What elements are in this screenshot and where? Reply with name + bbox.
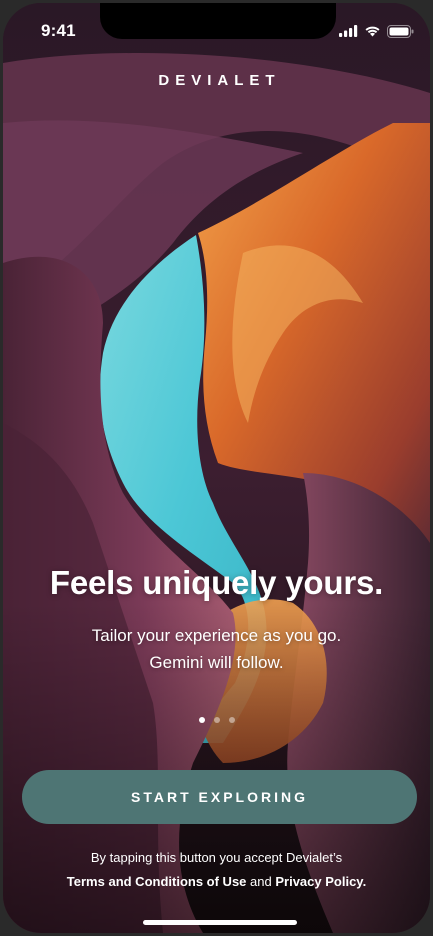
onboarding-headline: Feels uniquely yours.	[49, 564, 384, 601]
start-exploring-button[interactable]: START EXPLORING	[22, 770, 417, 824]
wifi-icon	[365, 26, 380, 37]
subtext-line-2: Gemini will follow.	[149, 653, 284, 672]
battery-icon	[387, 24, 414, 38]
status-bar: 9:41	[3, 3, 430, 57]
onboarding-subtext: Tailor your experience as you go. Gemini…	[33, 622, 400, 676]
page-indicator[interactable]	[3, 717, 430, 723]
page-dot-1[interactable]	[198, 717, 205, 723]
page-dot-3[interactable]	[228, 717, 235, 723]
phone-screen: 9:41 DEVIALET Feels uniquely yours. Tail…	[3, 3, 430, 933]
legal-conjunction: and	[250, 874, 275, 889]
conjunction-text: and	[250, 874, 272, 889]
legal-notice: By tapping this button you accept Devial…	[23, 846, 410, 894]
status-icons	[339, 23, 414, 39]
status-time: 9:41	[41, 21, 76, 40]
subtext-line-1: Tailor your experience as you go.	[91, 626, 342, 645]
page-dot-2[interactable]	[213, 717, 220, 723]
terms-link[interactable]: Terms and Conditions of Use	[67, 874, 247, 889]
home-indicator[interactable]	[143, 920, 297, 925]
signal-icon	[339, 25, 358, 37]
brand-logo: DEVIALET	[158, 72, 281, 89]
privacy-policy-link[interactable]: Privacy Policy.	[275, 874, 366, 889]
legal-prefix: By tapping this button you accept Devial…	[90, 850, 343, 865]
legal-links-line: Terms and Conditions of Use and Privacy …	[23, 870, 410, 894]
device-notch	[100, 3, 336, 39]
